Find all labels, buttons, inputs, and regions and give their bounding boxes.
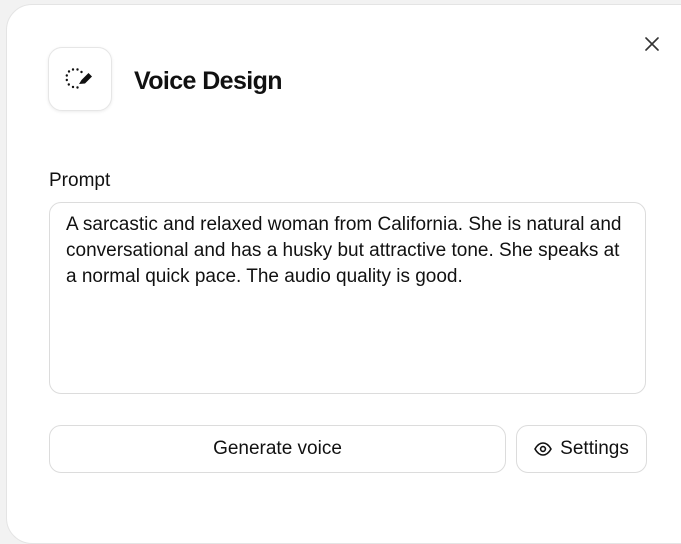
prompt-text: A sarcastic and relaxed woman from Calif… (66, 214, 622, 287)
sparkle-pen-icon (65, 68, 92, 89)
generate-voice-button[interactable]: Generate voice (49, 425, 506, 473)
close-icon (645, 37, 659, 51)
prompt-label: Prompt (49, 170, 111, 191)
dialog-title: Voice Design (134, 67, 283, 95)
prompt-textarea[interactable]: A sarcastic and relaxed woman from Calif… (49, 202, 646, 394)
close-button[interactable] (641, 33, 663, 55)
voice-design-app-icon (48, 47, 112, 111)
generate-voice-label: Generate voice (213, 438, 342, 459)
settings-button[interactable]: Settings (516, 425, 647, 473)
eye-icon (534, 442, 552, 456)
voice-design-dialog: Voice Design Prompt A sarcastic and rela… (6, 4, 681, 544)
settings-label: Settings (560, 438, 629, 459)
